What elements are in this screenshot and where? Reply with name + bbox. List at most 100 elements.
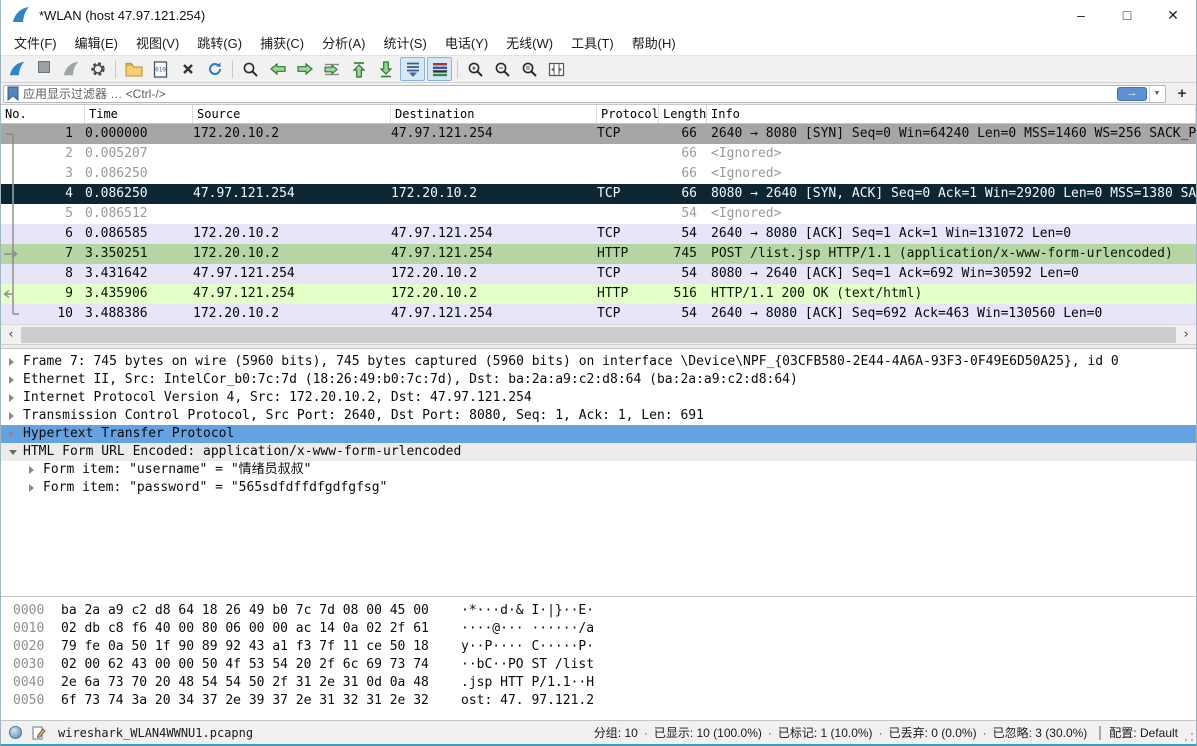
chevron-right-icon[interactable]: [29, 466, 39, 474]
first-packet-button[interactable]: [346, 57, 371, 81]
menu-item-5[interactable]: 分析(A): [313, 30, 374, 55]
packet-row-1[interactable]: 10.000000172.20.10.247.97.121.254TCP6626…: [1, 124, 1196, 144]
detail-line-7[interactable]: Form item: "password" = "565sdfdffdfgdfg…: [1, 479, 1196, 497]
hscroll-right-arrow[interactable]: ›: [1176, 327, 1196, 343]
zoom-out-button[interactable]: −: [490, 57, 515, 81]
filter-add-button[interactable]: +: [1170, 85, 1194, 103]
chevron-right-icon[interactable]: [9, 376, 19, 384]
cell-source: [193, 144, 391, 164]
detail-line-1[interactable]: Ethernet II, Src: IntelCor_b0:7c:7d (18:…: [1, 371, 1196, 389]
close-file-button[interactable]: [175, 57, 200, 81]
open-file-button[interactable]: [121, 57, 146, 81]
column-header-info[interactable]: Info: [707, 105, 1196, 123]
hex-row-0030[interactable]: 003002 00 62 43 00 00 50 4f 53 54 20 2f …: [1, 656, 1196, 674]
restart-capture-icon: [62, 60, 80, 78]
auto-scroll-icon: [405, 61, 421, 78]
save-file-button[interactable]: 010: [148, 57, 173, 81]
maximize-button[interactable]: □: [1104, 0, 1150, 30]
filter-bookmark-icon[interactable]: [7, 86, 19, 101]
display-filter-input[interactable]: 应用显示过滤器 … <Ctrl-/> → ▼: [3, 85, 1166, 103]
packet-row-10[interactable]: 103.488386172.20.10.247.97.121.254TCP542…: [1, 304, 1196, 324]
previous-packet-button[interactable]: [265, 57, 290, 81]
resize-grip[interactable]: [1184, 732, 1194, 742]
start-capture-button[interactable]: [4, 57, 29, 81]
find-packet-button[interactable]: [238, 57, 263, 81]
hex-row-0020[interactable]: 002079 fe 0a 50 1f 90 89 92 43 a1 f3 7f …: [1, 638, 1196, 656]
related-packet-indicator: [1, 264, 21, 284]
packet-row-7[interactable]: 73.350251172.20.10.247.97.121.254HTTP745…: [1, 244, 1196, 264]
previous-packet-icon: [269, 62, 287, 76]
zoom-in-button[interactable]: +: [463, 57, 488, 81]
menu-item-10[interactable]: 帮助(H): [623, 30, 685, 55]
menu-item-3[interactable]: 跳转(G): [188, 30, 251, 55]
chevron-right-icon[interactable]: [29, 484, 39, 492]
packet-list-hscrollbar[interactable]: ‹ ›: [1, 324, 1196, 344]
hscroll-thumb[interactable]: [21, 327, 1176, 343]
column-header-source[interactable]: Source: [193, 105, 391, 123]
detail-line-3[interactable]: Transmission Control Protocol, Src Port:…: [1, 407, 1196, 425]
auto-scroll-button[interactable]: [400, 57, 425, 81]
filter-apply-button[interactable]: →: [1117, 87, 1147, 101]
hex-bytes: 6f 73 74 3a 20 34 37 2e 39 37 2e 31 32 3…: [61, 692, 461, 710]
menu-bar: 文件(F)编辑(E)视图(V)跳转(G)捕获(C)分析(A)统计(S)电话(Y)…: [1, 30, 1196, 55]
menu-item-0[interactable]: 文件(F): [5, 30, 66, 55]
menu-item-4[interactable]: 捕获(C): [251, 30, 313, 55]
menu-item-8[interactable]: 无线(W): [497, 30, 562, 55]
packet-row-5[interactable]: 50.08651254<Ignored>: [1, 204, 1196, 224]
hex-row-0010[interactable]: 001002 db c8 f6 40 00 80 06 00 00 ac 14 …: [1, 620, 1196, 638]
column-header-length[interactable]: Length: [659, 105, 707, 123]
column-header-destination[interactable]: Destination: [391, 105, 597, 123]
close-button[interactable]: ✕: [1150, 0, 1196, 30]
menu-item-7[interactable]: 电话(Y): [436, 30, 497, 55]
packet-row-8[interactable]: 83.43164247.97.121.254172.20.10.2TCP5480…: [1, 264, 1196, 284]
goto-packet-button[interactable]: [319, 57, 344, 81]
minimize-button[interactable]: –: [1058, 0, 1104, 30]
last-packet-button[interactable]: [373, 57, 398, 81]
cell-time: 0.000000: [85, 124, 193, 144]
column-header-protocol[interactable]: Protocol: [597, 105, 659, 123]
resize-columns-button[interactable]: [544, 57, 569, 81]
next-packet-button[interactable]: [292, 57, 317, 81]
packet-row-4[interactable]: 40.08625047.97.121.254172.20.10.2TCP6680…: [1, 184, 1196, 204]
cell-time: 0.086250: [85, 184, 193, 204]
capture-comment-icon[interactable]: [32, 726, 46, 740]
chevron-right-icon[interactable]: [9, 430, 19, 438]
stat-segment-2: 已标记: 1 (10.0%): [778, 726, 873, 740]
menu-item-1[interactable]: 编辑(E): [66, 30, 127, 55]
related-packet-indicator: [1, 224, 21, 244]
filter-dropdown-button[interactable]: ▼: [1149, 86, 1164, 102]
stop-capture-button[interactable]: [31, 57, 56, 81]
detail-line-0[interactable]: Frame 7: 745 bytes on wire (5960 bits), …: [1, 353, 1196, 371]
chevron-down-icon[interactable]: [9, 450, 19, 455]
detail-line-5[interactable]: HTML Form URL Encoded: application/x-www…: [1, 443, 1196, 461]
column-header-time[interactable]: Time: [85, 105, 193, 123]
chevron-right-icon[interactable]: [9, 394, 19, 402]
menu-item-6[interactable]: 统计(S): [374, 30, 435, 55]
profile-selector[interactable]: 配置: Default: [1109, 724, 1178, 741]
restart-capture-button[interactable]: [58, 57, 83, 81]
status-stats: 分组: 10·已显示: 10 (100.0%)·已标记: 1 (10.0%)·已…: [590, 724, 1196, 741]
detail-line-2[interactable]: Internet Protocol Version 4, Src: 172.20…: [1, 389, 1196, 407]
chevron-right-icon[interactable]: [9, 358, 19, 366]
hex-row-0050[interactable]: 00506f 73 74 3a 20 34 37 2e 39 37 2e 31 …: [1, 692, 1196, 710]
hex-row-0000[interactable]: 0000ba 2a a9 c2 d8 64 18 26 49 b0 7c 7d …: [1, 602, 1196, 620]
menu-item-9[interactable]: 工具(T): [562, 30, 623, 55]
packet-row-6[interactable]: 60.086585172.20.10.247.97.121.254TCP5426…: [1, 224, 1196, 244]
detail-line-4[interactable]: Hypertext Transfer Protocol: [1, 425, 1196, 443]
chevron-right-icon[interactable]: [9, 412, 19, 420]
capture-options-button[interactable]: [85, 57, 110, 81]
menu-item-2[interactable]: 视图(V): [127, 30, 188, 55]
column-header-no[interactable]: No.: [1, 105, 85, 123]
detail-line-6[interactable]: Form item: "username" = "情绪员叔叔": [1, 461, 1196, 479]
colorize-button[interactable]: [427, 57, 452, 81]
cell-protocol: HTTP: [597, 284, 659, 304]
reload-file-button[interactable]: [202, 57, 227, 81]
expert-info-icon[interactable]: [9, 726, 22, 739]
packet-row-2[interactable]: 20.00520766<Ignored>: [1, 144, 1196, 164]
hex-row-0040[interactable]: 00402e 6a 73 70 20 48 54 54 50 2f 31 2e …: [1, 674, 1196, 692]
hscroll-left-arrow[interactable]: ‹: [1, 327, 21, 343]
packet-row-3[interactable]: 30.08625066<Ignored>: [1, 164, 1196, 184]
packet-row-9[interactable]: 93.43590647.97.121.254172.20.10.2HTTP516…: [1, 284, 1196, 304]
zoom-reset-button[interactable]: =: [517, 57, 542, 81]
stat-segment-1: 已显示: 10 (100.0%): [654, 726, 762, 740]
